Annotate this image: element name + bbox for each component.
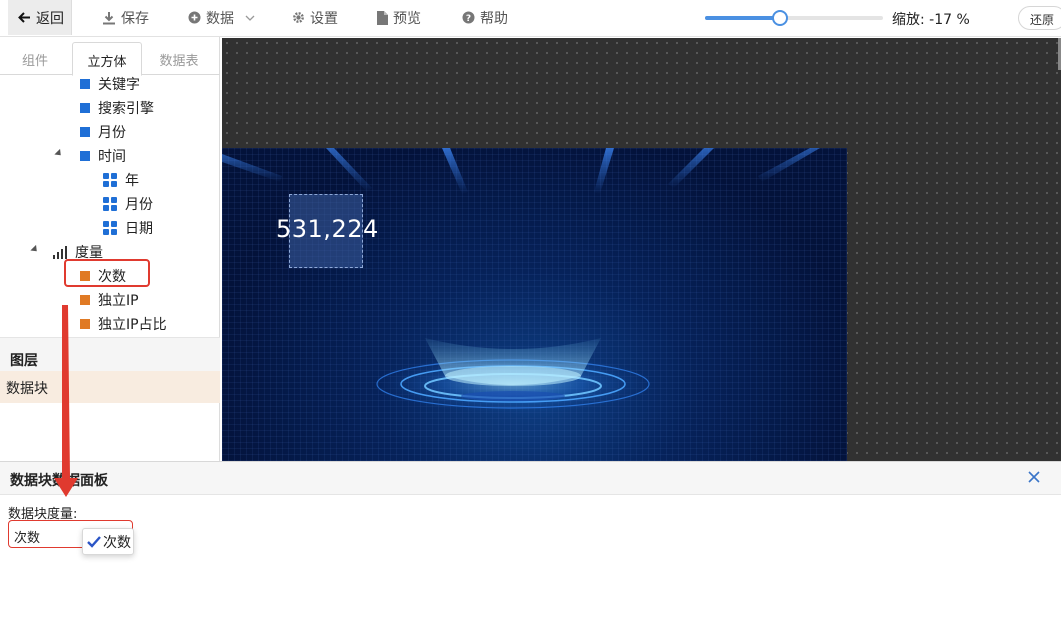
tree-item-search-engine[interactable]: 搜索引擎 xyxy=(80,97,154,119)
level-grid-icon xyxy=(103,197,117,211)
tree-item-unique-ip-ratio[interactable]: 独立IP占比 xyxy=(80,313,167,335)
level-grid-icon xyxy=(103,221,117,235)
collapse-triangle-icon[interactable] xyxy=(30,244,40,255)
data-panel: 数据块数据面板 数据块度量: 次数 次数 xyxy=(0,461,1061,641)
left-tabs: 组件 立方体 数据表 xyxy=(0,42,220,76)
dropdown-option-label: 次数 xyxy=(103,534,131,551)
preview-button[interactable]: 预览 xyxy=(377,0,421,35)
layers-header: 图层 xyxy=(0,337,220,371)
document-icon xyxy=(377,10,388,25)
level-grid-icon xyxy=(103,173,117,187)
tab-components[interactable]: 组件 xyxy=(0,42,70,75)
download-icon xyxy=(103,11,115,24)
tree-item-label: 关键字 xyxy=(98,77,140,93)
measure-icon xyxy=(80,295,90,305)
tree-item-month[interactable]: 月份 xyxy=(80,121,126,143)
collapse-triangle-icon[interactable] xyxy=(54,148,64,159)
data-block-value: 531,224 xyxy=(276,215,379,243)
settings-label: 设置 xyxy=(310,10,338,27)
tab-datatable[interactable]: 数据表 xyxy=(144,42,214,75)
measure-dropdown-option[interactable]: 次数 xyxy=(82,528,134,555)
tree-item-unique-ip[interactable]: 独立IP xyxy=(80,289,139,311)
plus-circle-icon xyxy=(188,11,201,24)
bar-chart-icon xyxy=(53,245,67,259)
highlight-box xyxy=(64,259,150,287)
tab-cube[interactable]: 立方体 xyxy=(72,42,142,76)
back-label: 返回 xyxy=(36,10,64,27)
tree-item-label: 独立IP占比 xyxy=(98,317,167,333)
data-panel-title: 数据块数据面板 xyxy=(10,473,108,489)
checkmark-icon xyxy=(87,535,101,548)
zoom-slider[interactable] xyxy=(705,10,883,26)
restore-button[interactable]: 还原 xyxy=(1018,6,1061,30)
help-button[interactable]: ? 帮助 xyxy=(462,0,508,35)
arrow-left-icon xyxy=(18,12,30,23)
measure-icon xyxy=(80,319,90,329)
layer-item[interactable]: 数据块 xyxy=(0,371,220,403)
left-panel: 组件 立方体 数据表 关键字 搜索引擎 月份 时间 年 月份 日期 度量 次数 … xyxy=(0,37,220,461)
tree-item-time-month[interactable]: 月份 xyxy=(103,193,153,215)
question-circle-icon: ? xyxy=(462,11,475,24)
svg-text:?: ? xyxy=(466,14,471,24)
preview-label: 预览 xyxy=(393,10,421,27)
dimension-icon xyxy=(80,103,90,113)
zoom-slider-fill xyxy=(705,16,780,20)
tree-group-label: 时间 xyxy=(98,149,126,165)
toolbar: 返回 保存 数据 设置 预览 ? 帮助 缩放: -17 % 还原 xyxy=(0,0,1061,37)
tree-item-label: 搜索引擎 xyxy=(98,101,154,117)
tree-item-label: 月份 xyxy=(98,125,126,141)
tree-item-keyword[interactable]: 关键字 xyxy=(80,73,140,95)
save-button[interactable]: 保存 xyxy=(102,0,149,35)
dimension-icon xyxy=(80,151,90,161)
tree-group-time[interactable]: 时间 xyxy=(80,145,126,167)
dimension-icon xyxy=(80,79,90,89)
data-panel-header: 数据块数据面板 xyxy=(0,462,1061,495)
tree-item-label: 日期 xyxy=(125,221,153,237)
dimension-icon xyxy=(80,127,90,137)
data-label: 数据 xyxy=(206,10,234,27)
zoom-label: 缩放: -17 % xyxy=(892,12,970,28)
tree-item-label: 独立IP xyxy=(98,293,139,309)
close-icon[interactable] xyxy=(1026,469,1042,485)
help-label: 帮助 xyxy=(480,10,508,27)
data-menu-button[interactable]: 数据 xyxy=(188,0,255,35)
tree-item-year[interactable]: 年 xyxy=(103,169,139,191)
tree-item-label: 月份 xyxy=(125,197,153,213)
save-label: 保存 xyxy=(121,10,149,27)
back-button[interactable]: 返回 xyxy=(8,0,72,35)
zoom-slider-handle[interactable] xyxy=(771,10,788,26)
gear-icon xyxy=(293,12,304,23)
tree-item-date[interactable]: 日期 xyxy=(103,217,153,239)
settings-button[interactable]: 设置 xyxy=(292,0,338,35)
tree-item-label: 年 xyxy=(125,173,139,189)
chevron-down-icon xyxy=(245,15,255,21)
